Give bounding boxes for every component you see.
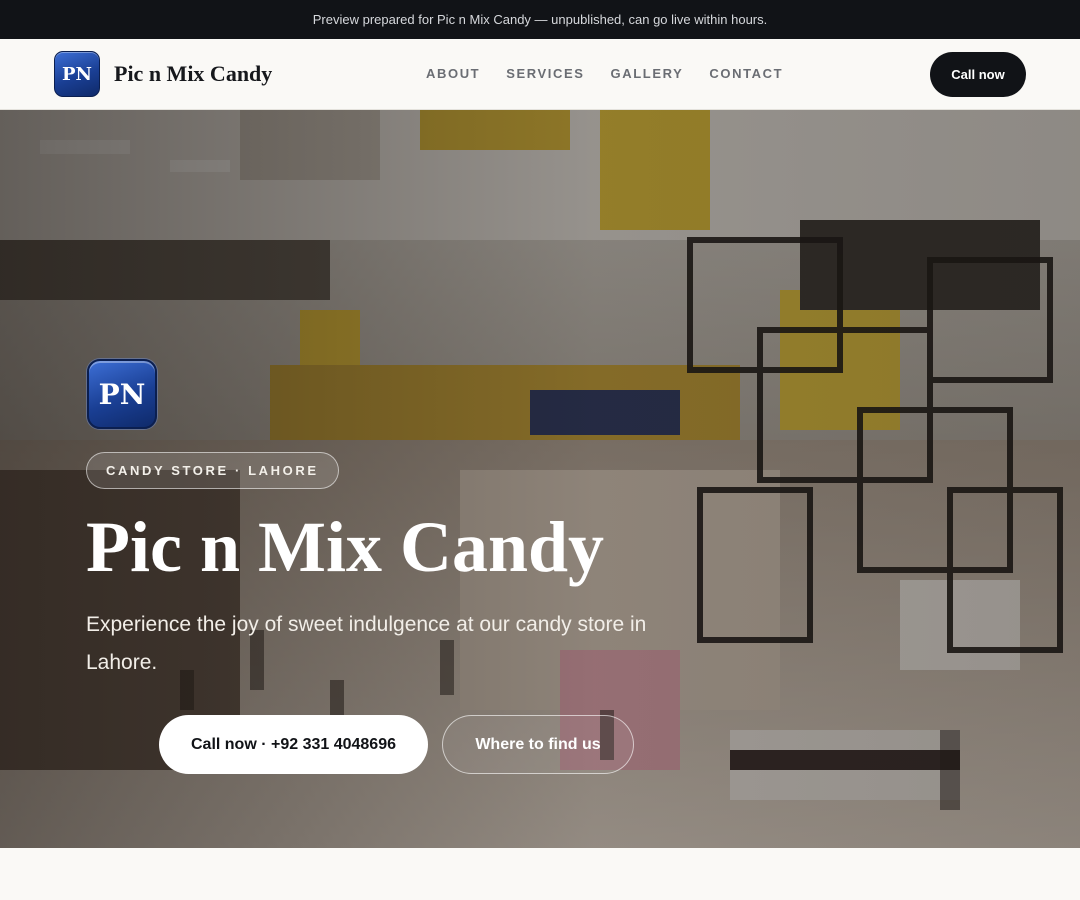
hero-category-badge: CANDY STORE · LAHORE — [86, 452, 339, 489]
hero-find-us-button[interactable]: Where to find us — [442, 715, 634, 774]
hero-title: Pic n Mix Candy — [86, 507, 605, 587]
hero-call-now-button[interactable]: Call now · +92 331 4048696 — [159, 715, 428, 774]
preview-banner: Preview prepared for Pic n Mix Candy — u… — [0, 0, 1080, 39]
site-header: PN Pic n Mix Candy ABOUT SERVICES GALLER… — [0, 39, 1080, 110]
nav-services-link[interactable]: SERVICES — [506, 66, 584, 81]
main-nav: ABOUT SERVICES GALLERY CONTACT — [426, 66, 783, 81]
hero-section: PN CANDY STORE · LAHORE Pic n Mix Candy … — [0, 110, 1080, 848]
hero-subtitle: Experience the joy of sweet indulgence a… — [86, 613, 647, 674]
nav-about-link[interactable]: ABOUT — [426, 66, 480, 81]
hero-brand-logo: PN — [87, 359, 157, 429]
nav-contact-link[interactable]: CONTACT — [709, 66, 783, 81]
brand-name[interactable]: Pic n Mix Candy — [114, 61, 272, 87]
preview-banner-text: Preview prepared for Pic n Mix Candy — u… — [312, 12, 768, 27]
header-call-now-button[interactable]: Call now — [930, 52, 1026, 97]
nav-gallery-link[interactable]: GALLERY — [611, 66, 684, 81]
brand-logo[interactable]: PN — [54, 51, 100, 97]
